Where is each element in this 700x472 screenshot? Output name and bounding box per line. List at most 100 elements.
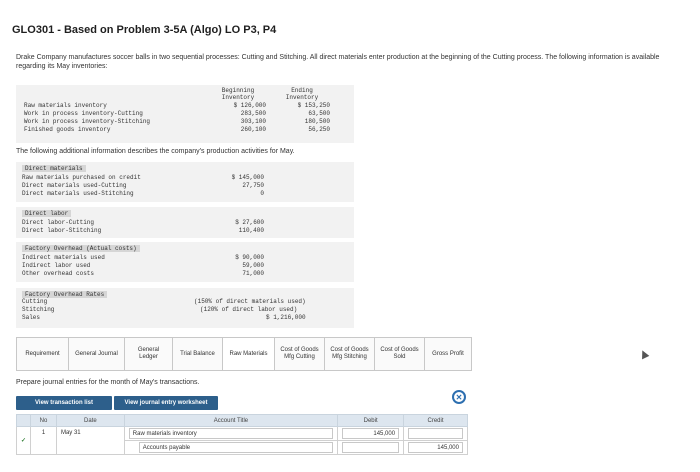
factory-overhead-block: Factory Overhead (Actual costs) Indirect… [16, 242, 354, 282]
data-row: Stitching (120% of direct labor used) [22, 306, 352, 314]
check-icon: ✓ [15, 426, 32, 455]
debit-empty-cell [337, 440, 405, 455]
inventory-label: Raw materials inventory [24, 102, 107, 109]
row-label: Other overhead costs [22, 270, 95, 277]
inventory-table: Beginning Inventory Ending Inventory Raw… [16, 85, 354, 143]
inventory-row: Finished goods inventory 260,100 56,250 [24, 126, 354, 134]
credit-column-header: Credit [403, 414, 468, 427]
direct-labor-block: Direct labor Direct labor-Cutting $ 27,6… [16, 207, 354, 238]
data-row: Direct labor-Cutting $ 27,600 [22, 219, 352, 227]
credit-account-cell: Accounts payable [123, 440, 339, 455]
row-label: Raw materials purchased on credit [22, 174, 141, 181]
tab-cost-of-goods-sold[interactable]: Cost of Goods Sold [375, 338, 425, 370]
credit-empty-field[interactable] [408, 428, 463, 439]
row-label: Indirect materials used [22, 254, 105, 261]
row-value: 110,400 [238, 227, 264, 234]
direct-materials-block: Direct materials Raw materials purchased… [16, 162, 354, 202]
ending-inventory-header: Ending Inventory [285, 87, 319, 101]
row-value: $ 90,000 [235, 254, 264, 261]
factory-overhead-header: Factory Overhead (Actual costs) [22, 245, 140, 252]
row-value: $ 145,000 [231, 174, 264, 181]
requirement-tabs: Requirement General Journal General Ledg… [16, 337, 472, 371]
tab-gross-profit[interactable]: Gross Profit [425, 338, 471, 370]
debit-account-field[interactable]: Raw materials inventory [128, 428, 334, 439]
tab-cogm-stitching[interactable]: Cost of Goods Mfg Stitching [325, 338, 375, 370]
credit-empty-cell [403, 426, 468, 441]
beginning-value: 283,500 [240, 110, 266, 117]
additional-info-text: The following additional information des… [16, 148, 295, 155]
beginning-value: 260,100 [240, 126, 266, 133]
tab-cogm-cutting[interactable]: Cost of Goods Mfg Cutting [275, 338, 325, 370]
tab-raw-materials[interactable]: Raw Materials [223, 338, 275, 370]
row-label: Cutting [22, 298, 48, 305]
no-column-header: No [30, 414, 57, 427]
credit-amount-field[interactable]: 145,000 [408, 442, 463, 453]
row-value: $ 27,600 [235, 219, 264, 226]
credit-amount-cell: 145,000 [403, 440, 468, 455]
ending-value: 56,250 [308, 126, 330, 133]
page-title: GLO301 - Based on Problem 3-5A (Algo) LO… [12, 24, 277, 36]
direct-labor-header: Direct labor [22, 210, 72, 217]
row-label: Direct materials used-Cutting [22, 182, 127, 189]
direct-materials-header: Direct materials [22, 165, 86, 172]
tab-requirement[interactable]: Requirement [17, 338, 69, 370]
row-value: 71,000 [242, 270, 264, 277]
row-label: Indirect labor used [22, 262, 91, 269]
inventory-row: Work in process inventory-Cutting 283,50… [24, 110, 354, 118]
cursor-icon [638, 348, 650, 360]
row-label: Sales [22, 314, 41, 321]
data-row: Other overhead costs 71,000 [22, 270, 352, 278]
rate-text: (150% of direct materials used) [194, 298, 306, 305]
row-label: Direct labor-Cutting [22, 219, 95, 226]
beginning-value: 303,100 [240, 118, 266, 125]
data-row: Raw materials purchased on credit $ 145,… [22, 174, 352, 182]
inventory-label: Work in process inventory-Cutting [24, 110, 143, 117]
debit-account-cell: Raw materials inventory [123, 426, 339, 441]
data-row: Direct materials used-Cutting 27,750 [22, 182, 352, 190]
data-row: Direct materials used-Stitching 0 [22, 190, 352, 198]
data-row: Sales $ 1,216,000 [22, 314, 352, 322]
beginning-inventory-header: Beginning Inventory [221, 87, 255, 101]
data-row: Direct labor-Stitching 110,400 [22, 227, 352, 235]
tab-trial-balance[interactable]: Trial Balance [173, 338, 223, 370]
ending-value: $ 153,250 [297, 102, 330, 109]
table-header-row: No Date Account Title Debit Credit [15, 414, 468, 427]
row-value: 0 [260, 190, 264, 197]
row-label: Direct labor-Stitching [22, 227, 102, 234]
table-row: ✓ 1 May 31 Raw materials inventory 145,0… [15, 426, 468, 455]
overhead-rates-header: Factory Overhead Rates [22, 291, 108, 298]
debit-amount-field[interactable]: 145,000 [342, 428, 400, 439]
tab-general-ledger[interactable]: General Ledger [125, 338, 173, 370]
view-transaction-list-button[interactable]: View transaction list [16, 396, 112, 410]
inventory-row: Work in process inventory-Stitching 303,… [24, 118, 354, 126]
ending-value: 180,500 [304, 118, 330, 125]
credit-account-field[interactable]: Accounts payable [138, 442, 334, 453]
debit-amount-cell: 145,000 [337, 426, 405, 441]
rate-text: $ 1,216,000 [266, 314, 306, 321]
status-column-header [15, 414, 32, 427]
data-row: Indirect materials used $ 90,000 [22, 254, 352, 262]
overhead-rates-block: Factory Overhead Rates Cutting (150% of … [16, 288, 354, 328]
rate-text: (120% of direct labor used) [200, 306, 298, 313]
view-journal-entry-worksheet-button[interactable]: View journal entry worksheet [114, 396, 218, 410]
journal-table: No Date Account Title Debit Credit ✓ 1 M… [15, 414, 468, 455]
row-label: Stitching [22, 306, 55, 313]
row-value: 27,750 [242, 182, 264, 189]
prepare-instructions: Prepare journal entries for the month of… [16, 379, 200, 386]
row-label: Direct materials used-Stitching [22, 190, 134, 197]
beginning-value: $ 126,000 [233, 102, 266, 109]
debit-column-header: Debit [337, 414, 405, 427]
data-row: Cutting (150% of direct materials used) [22, 298, 352, 306]
inventory-row: Raw materials inventory $ 126,000 $ 153,… [24, 102, 354, 110]
close-circle-icon[interactable]: ✕ [452, 390, 466, 404]
tab-general-journal[interactable]: General Journal [69, 338, 125, 370]
date-column-header: Date [55, 414, 125, 427]
account-title-column-header: Account Title [123, 414, 339, 427]
problem-intro: Drake Company manufactures soccer balls … [16, 54, 660, 70]
entry-date: May 31 [55, 426, 125, 455]
ending-value: 63,500 [308, 110, 330, 117]
row-value: 59,000 [242, 262, 264, 269]
debit-empty-field[interactable] [342, 442, 400, 453]
data-row: Indirect labor used 59,000 [22, 262, 352, 270]
entry-number: 1 [30, 426, 57, 455]
